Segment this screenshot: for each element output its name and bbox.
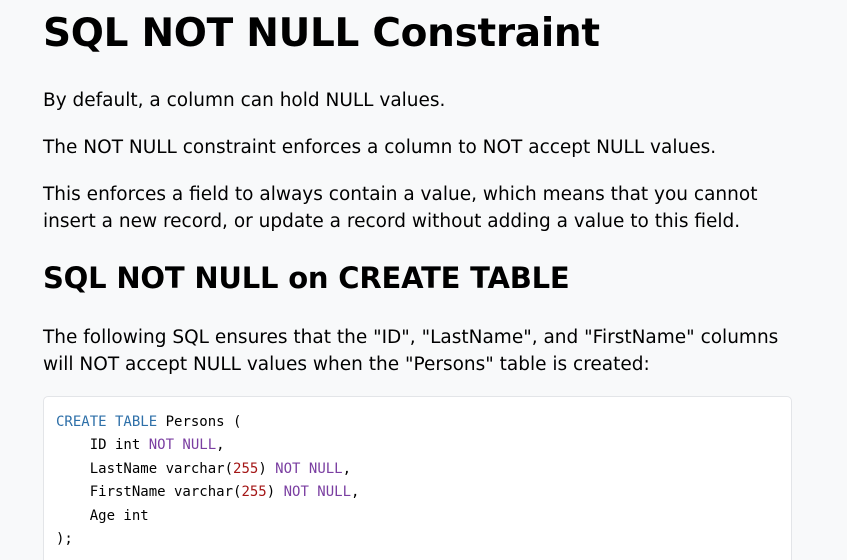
page: SQL NOT NULL Constraint By default, a co… <box>0 0 847 560</box>
code-line: ID int NOT NULL, <box>56 434 779 457</box>
code-text: ) <box>266 484 284 501</box>
code-text: ) <box>258 460 276 477</box>
section-heading: SQL NOT NULL on CREATE TABLE <box>43 261 570 295</box>
sql-number: 255 <box>233 460 259 477</box>
code-text: ); <box>56 531 73 548</box>
paragraph-not-null-enforces: The NOT NULL constraint enforces a colum… <box>43 137 717 158</box>
sql-keyword: CREATE TABLE <box>56 414 158 430</box>
code-text: LastName varchar( <box>56 460 234 477</box>
code-line: CREATE TABLE Persons ( <box>56 411 779 434</box>
code-text: FirstName varchar( <box>56 484 242 501</box>
code-text: Age int <box>56 507 149 524</box>
sql-keyword: NOT NULL <box>283 484 352 501</box>
code-line: ); <box>56 528 779 551</box>
code-example: CREATE TABLE Persons ( ID int NOT NULL, … <box>43 396 792 560</box>
code-text: , <box>342 460 352 477</box>
page-title: SQL NOT NULL Constraint <box>43 11 600 56</box>
code-text: ID int <box>56 437 149 454</box>
code-text: , <box>216 437 225 454</box>
paragraph-field-value: This enforces a field to always contain … <box>43 184 758 232</box>
sql-keyword: NOT NULL <box>275 460 343 477</box>
paragraph-default-null: By default, a column can hold NULL value… <box>43 90 446 111</box>
code-text: , <box>351 484 360 501</box>
sql-keyword: NOT NULL <box>148 437 217 454</box>
code-text: Persons ( <box>157 414 242 430</box>
example-intro: The following SQL ensures that the "ID",… <box>43 327 779 375</box>
sql-number: 255 <box>241 484 267 501</box>
code-line: Age int <box>56 505 779 528</box>
code-line: FirstName varchar(255) NOT NULL, <box>56 481 779 504</box>
code-line: LastName varchar(255) NOT NULL, <box>56 458 779 481</box>
